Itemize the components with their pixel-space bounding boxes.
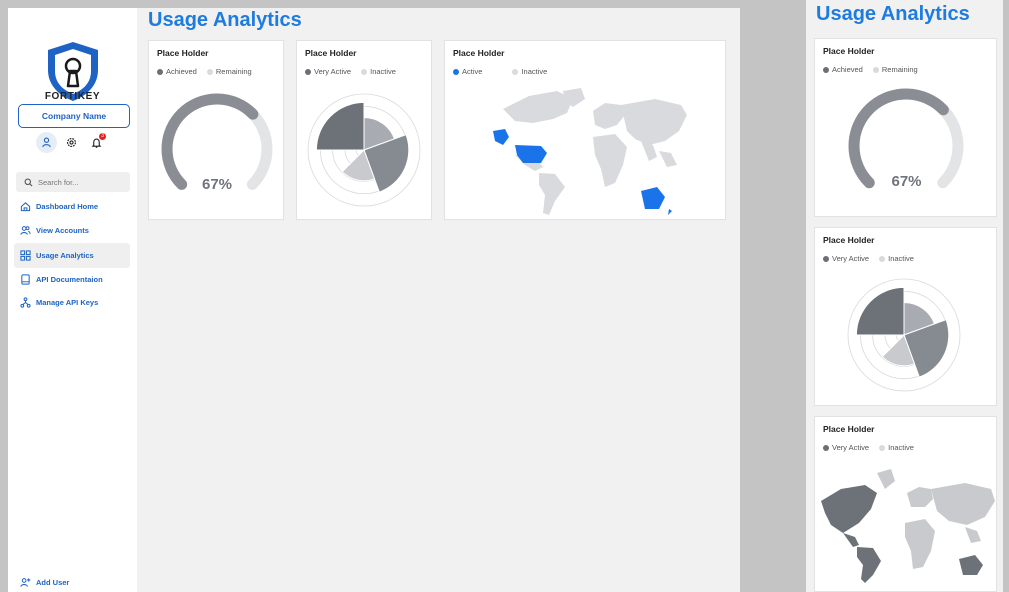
page-title: Usage Analytics [148,9,302,31]
mobile-world-map-card: Place Holder Very Active Inactive [814,416,997,592]
search-input[interactable] [38,177,118,187]
polar-slice [855,286,905,336]
map-region-greenland [877,469,895,489]
grid-icon [20,250,31,261]
sidebar-item-label: Dashboard Home [36,201,99,211]
map-region-south-america [539,173,565,215]
map-region-new-zealand [668,209,672,215]
mobile-polar-card: Place Holder Very Active Inactive [814,227,997,406]
map-region-canada [503,91,573,123]
notifications-button[interactable]: 3 [86,132,107,153]
sidebar-nav: Dashboard Home View Accounts Usage Analy… [14,194,130,313]
map-region-asia [621,99,687,145]
world-map [493,88,687,215]
sidebar-item-dashboard-home[interactable]: Dashboard Home [14,194,130,219]
map-region-alaska [493,129,509,145]
world-map-card: Place Holder Active Inactive [444,40,726,220]
map-region-south-asia [641,141,657,161]
sidebar-item-label: API Documentaion [36,275,103,285]
polar-area-chart [307,93,421,207]
profile-button[interactable] [36,132,57,153]
sidebar-item-api-documentation[interactable]: API Documentaion [14,268,130,293]
map-region-southeast-asia [965,527,981,543]
map-region-europe [907,487,933,507]
map-region-africa [593,134,627,187]
gauge-value-label: 67% [201,176,233,193]
sidebar-item-label: Usage Analytics [36,250,94,260]
sidebar: FORTIKEY Company Name 3 Dashboard Home [8,8,137,592]
map-region-europe [593,103,625,129]
mobile-gauge-card: Place Holder Achieved Remaining 67% [814,38,997,217]
gauge-chart [848,88,964,189]
mobile-page-title: Usage Analytics [816,3,970,25]
desktop-view: FORTIKEY Company Name 3 Dashboard Home [8,8,740,592]
users-icon [20,226,31,236]
map-region-australia [959,555,983,575]
map-region-south-america [857,547,881,583]
sidebar-item-manage-api-keys[interactable]: Manage API Keys [14,292,130,313]
book-icon [21,274,30,285]
map-region-usa [515,145,547,163]
search-bar [16,172,130,192]
map-region-southeast-asia [659,151,677,167]
brand-name: FORTIKEY [44,91,101,102]
mobile-view: Usage Analytics Place Holder Achieved Re… [806,0,1003,592]
sidebar-item-label: Manage API Keys [36,298,99,307]
search-icon [24,178,33,186]
map-region-asia [931,483,995,525]
gauge-fill [161,93,259,190]
achievement-gauge-card: Place Holder Achieved Remaining 67% [148,40,284,220]
sidebar-item-usage-analytics[interactable]: Usage Analytics [14,243,130,268]
activity-polar-card: Place Holder Very Active Inactive [296,40,432,220]
company-name-button[interactable]: Company Name [18,104,130,128]
gauge-chart [161,93,273,190]
notification-badge: 3 [99,133,106,140]
gear-icon [66,137,77,148]
sidebar-item-label: View Accounts [36,226,89,236]
home-icon [20,201,31,211]
add-user-label: Add User [36,578,70,587]
map-region-central-america [843,533,859,547]
polar-slice [315,101,365,151]
add-user-icon [20,578,31,587]
user-icon [42,137,51,148]
add-user-button[interactable]: Add User [20,577,69,588]
gauge-value-label: 67% [891,173,922,190]
map-region-australia [641,187,665,209]
settings-button[interactable] [61,132,82,153]
sidebar-item-view-accounts[interactable]: View Accounts [14,219,130,244]
gauge-fill [848,88,949,189]
network-icon [20,297,31,308]
map-region-africa [905,519,935,569]
map-region-north-america [821,485,877,533]
polar-area-chart [847,278,961,392]
world-map [821,469,995,583]
sidebar-quick-actions: 3 [36,132,107,153]
